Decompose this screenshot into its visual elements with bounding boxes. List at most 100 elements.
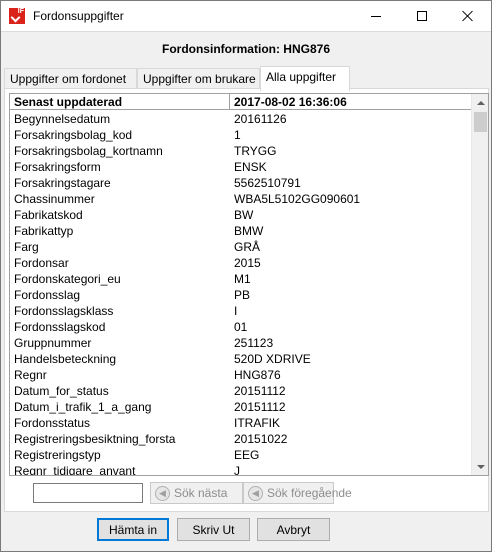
table-row[interactable]: Fordonsstatus ITRAFIK xyxy=(10,415,473,431)
row-key: Fabrikattyp xyxy=(14,224,74,238)
table-row[interactable]: Chassinummer WBA5L5102GG090601 xyxy=(10,191,473,207)
row-value: M1 xyxy=(234,272,251,286)
row-value: J xyxy=(234,464,240,476)
if-logo-icon: IF xyxy=(9,8,25,24)
tab-panel: Senast uppdaterad 2017-08-02 16:36:06 Be… xyxy=(4,88,489,512)
page-title: Fordonsinformation: HNG876 xyxy=(161,42,330,56)
row-key: Chassinummer xyxy=(14,192,95,206)
row-key: Fordonsar xyxy=(14,256,69,270)
table-row[interactable]: Fordonsar 2015 xyxy=(10,255,473,271)
search-input[interactable] xyxy=(33,483,143,503)
scroll-down-arrow-icon[interactable] xyxy=(472,458,488,475)
table-row[interactable]: Forsakringsbolag_kortnamn TRYGG xyxy=(10,143,473,159)
row-key: Forsakringsbolag_kod xyxy=(14,128,133,142)
row-value: 01 xyxy=(234,320,248,334)
table-row[interactable]: Forsakringsform ENSK xyxy=(10,159,473,175)
table-row[interactable]: Regnr HNG876 xyxy=(10,367,473,383)
row-value: 520D XDRIVE xyxy=(234,352,311,366)
table-row[interactable]: Gruppnummer 251123 xyxy=(10,335,473,351)
print-button[interactable]: Skriv Ut xyxy=(177,518,250,541)
title-bar[interactable]: IF Fordonsuppgifter xyxy=(1,1,491,31)
row-key: Datum_i_trafik_1_a_gang xyxy=(14,400,152,414)
tab-alla-uppgifter[interactable]: Alla uppgifter xyxy=(260,66,350,91)
table-row[interactable]: Fordonskategori_eu M1 xyxy=(10,271,473,287)
tab-uppgifter-om-fordonet[interactable]: Uppgifter om fordonet xyxy=(4,68,137,90)
row-value: I xyxy=(234,304,238,318)
row-value: HNG876 xyxy=(234,368,281,382)
info-header: Fordonsinformation: HNG876 xyxy=(1,31,491,65)
row-key: Farg xyxy=(14,240,39,254)
row-value: 20151112 xyxy=(234,400,286,414)
row-key: Forsakringsform xyxy=(14,160,101,174)
table-row[interactable]: Farg GRÅ xyxy=(10,239,473,255)
window-title: Fordonsuppgifter xyxy=(33,9,124,23)
close-button[interactable] xyxy=(445,1,491,31)
arrow-left-icon: ◀ xyxy=(155,485,170,501)
row-value: 20161126 xyxy=(234,112,287,126)
row-value: ENSK xyxy=(234,160,267,174)
row-key: Registreringsbesiktning_forsta xyxy=(14,432,176,446)
row-key: Forsakringsbolag_kortnamn xyxy=(14,144,163,158)
scroll-thumb[interactable] xyxy=(474,112,487,132)
row-value: 2015 xyxy=(234,256,261,270)
grid-header-value: 2017-08-02 16:36:06 xyxy=(234,95,347,109)
table-row[interactable]: Fordonsslagsklass I xyxy=(10,303,473,319)
close-icon xyxy=(462,10,474,22)
row-value: PB xyxy=(234,288,251,302)
table-row[interactable]: Forsakringsbolag_kod 1 xyxy=(10,127,473,143)
row-value: 1 xyxy=(234,128,241,142)
row-value: TRYGG xyxy=(234,144,277,158)
minimize-button[interactable] xyxy=(353,1,399,31)
table-row[interactable]: Fordonsslagskod 01 xyxy=(10,319,473,335)
row-value: EEG xyxy=(234,448,260,462)
table-row[interactable]: Registreringsbesiktning_forsta 20151022 xyxy=(10,431,473,447)
table-row[interactable]: Forsakringstagare 5562510791 xyxy=(10,175,473,191)
table-row[interactable]: Regnr_tidigare_anvant J xyxy=(10,463,473,476)
search-prev-button[interactable]: ◀ Sök föregående xyxy=(243,482,352,504)
grid-header-key: Senast uppdaterad xyxy=(10,94,230,110)
table-row[interactable]: Fabrikatskod BW xyxy=(10,207,473,223)
cancel-button[interactable]: Avbryt xyxy=(257,518,330,541)
search-next-button[interactable]: ◀ Sök nästa xyxy=(150,482,243,504)
fordonsuppgifter-window: IF Fordonsuppgifter Fordonsinformation: … xyxy=(0,0,492,552)
row-key: Fordonskategori_eu xyxy=(14,272,121,286)
table-row[interactable]: Datum_i_trafik_1_a_gang 20151112 xyxy=(10,399,473,415)
row-value: 20151112 xyxy=(234,384,286,398)
row-value: BW xyxy=(234,208,254,222)
arrow-left-icon: ◀ xyxy=(248,485,263,501)
scroll-up-arrow-icon[interactable] xyxy=(472,94,488,111)
table-row[interactable]: Registreringstyp EEG xyxy=(10,447,473,463)
grid-rows: Begynnelsedatum 20161126 Forsakringsbolag_… xyxy=(10,111,473,476)
table-row[interactable]: Begynnelsedatum 20161126 xyxy=(10,111,473,127)
table-row[interactable]: Fordonsslag PB xyxy=(10,287,473,303)
row-key: Fabrikatskod xyxy=(14,208,83,222)
maximize-icon xyxy=(417,11,427,21)
row-value: ITRAFIK xyxy=(234,416,281,430)
row-value: 5562510791 xyxy=(234,176,301,190)
data-grid[interactable]: Senast uppdaterad 2017-08-02 16:36:06 Be… xyxy=(9,93,489,476)
row-key: Regnr_tidigare_anvant xyxy=(14,464,136,476)
row-key: Fordonsslagskod xyxy=(14,320,106,334)
row-key: Regnr xyxy=(14,368,47,382)
row-key: Registreringstyp xyxy=(14,448,101,462)
row-key: Datum_for_status xyxy=(14,384,109,398)
table-row[interactable]: Handelsbeteckning 520D XDRIVE xyxy=(10,351,473,367)
maximize-button[interactable] xyxy=(399,1,445,31)
row-value: 20151022 xyxy=(234,432,288,446)
row-key: Fordonsslagsklass xyxy=(14,304,114,318)
row-key: Handelsbeteckning xyxy=(14,352,117,366)
fetch-button[interactable]: Hämta in xyxy=(97,518,169,541)
search-next-label: Sök nästa xyxy=(174,486,228,500)
row-value: GRÅ xyxy=(234,240,261,254)
table-row[interactable]: Fabrikattyp BMW xyxy=(10,223,473,239)
row-key: Fordonsslag xyxy=(14,288,81,302)
table-row[interactable]: Datum_for_status 20151112 xyxy=(10,383,473,399)
row-key: Fordonsstatus xyxy=(14,416,91,430)
row-key: Forsakringstagare xyxy=(14,176,111,190)
minimize-icon xyxy=(371,15,381,17)
row-value: BMW xyxy=(234,224,264,238)
row-value: WBA5L5102GG090601 xyxy=(234,192,361,206)
vertical-scrollbar[interactable] xyxy=(471,94,488,475)
grid-header-row: Senast uppdaterad 2017-08-02 16:36:06 xyxy=(10,94,473,110)
tab-uppgifter-om-brukare[interactable]: Uppgifter om brukare xyxy=(137,68,260,90)
